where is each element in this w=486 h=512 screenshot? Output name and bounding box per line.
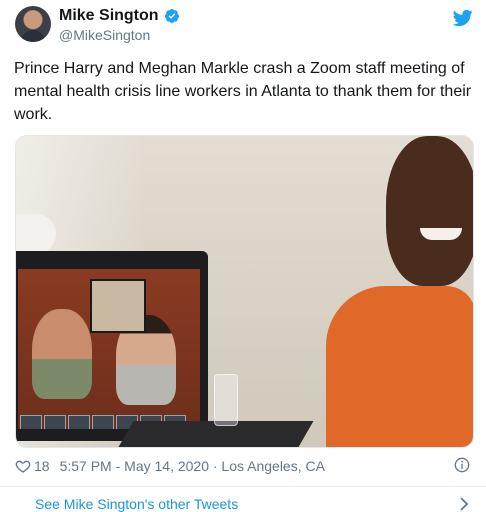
- photo-man-orange-shirt: [326, 286, 473, 447]
- twitter-bird-icon[interactable]: [453, 8, 473, 28]
- heart-icon[interactable]: [15, 458, 31, 474]
- like-count[interactable]: 18: [34, 458, 50, 474]
- photo-glass-vase: [214, 374, 238, 426]
- photo-laptop: [16, 251, 208, 441]
- tweet-meta-row: 18 5:57 PM - May 14, 2020 · Los Angeles,…: [15, 456, 472, 476]
- zoom-participant-thumb: [20, 415, 42, 429]
- info-icon[interactable]: [454, 457, 470, 473]
- avatar-shirt: [21, 30, 45, 42]
- photo-zoom-screen: [18, 269, 200, 429]
- footer-divider: [0, 486, 486, 487]
- photo-man-smile: [420, 228, 462, 240]
- photo-lamp: [16, 214, 56, 254]
- author-handle[interactable]: @MikeSington: [59, 27, 150, 43]
- photo-picture-frame: [90, 279, 146, 333]
- photo-person-left: [32, 309, 92, 399]
- author-display-name[interactable]: Mike Sington: [59, 7, 159, 25]
- photo-man-face: [386, 136, 473, 286]
- zoom-participant-thumb: [68, 415, 90, 429]
- zoom-participant-thumb: [92, 415, 114, 429]
- avatar[interactable]: [15, 6, 51, 42]
- verified-badge-icon: [164, 9, 179, 23]
- tweet-header: Mike Sington @MikeSington: [15, 6, 475, 46]
- see-other-tweets-link[interactable]: See Mike Sington's other Tweets: [35, 496, 238, 512]
- zoom-participant-thumb: [44, 415, 66, 429]
- tweet-photo[interactable]: [15, 135, 474, 448]
- tweet-text: Prince Harry and Meghan Markle crash a Z…: [14, 60, 472, 123]
- tweet-timestamp[interactable]: 5:57 PM - May 14, 2020 · Los Angeles, CA: [60, 458, 325, 474]
- author-name-row[interactable]: Mike Sington: [59, 7, 180, 25]
